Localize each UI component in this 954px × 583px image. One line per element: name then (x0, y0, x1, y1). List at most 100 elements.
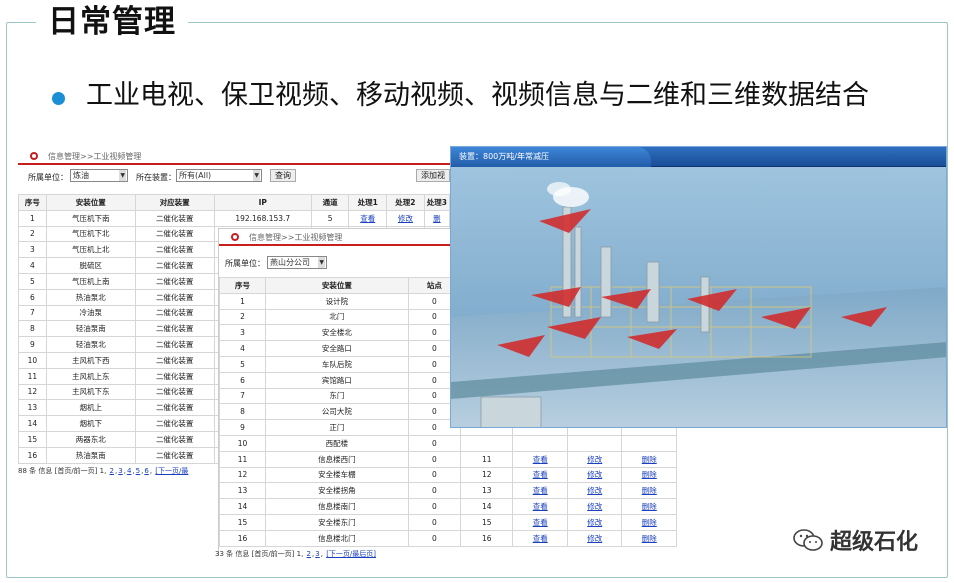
empty-cell (621, 434, 677, 452)
row-number: 16 (18, 446, 47, 464)
edit-link[interactable]: 修改 (386, 209, 425, 227)
pager-page-link[interactable]: 5 (136, 467, 140, 475)
view-link[interactable]: 查看 (512, 498, 568, 515)
view-link[interactable]: 查看 (512, 466, 568, 484)
row-number: 1 (18, 209, 47, 227)
view-link[interactable]: 查看 (512, 529, 568, 547)
row-number: 10 (218, 434, 267, 452)
edit-link[interactable]: 修改 (566, 513, 623, 531)
table-row[interactable]: 12 安全楼车棚 0 12 查看 修改 删除 (218, 466, 677, 484)
device-name: 二催化装置 (134, 446, 215, 464)
view-link[interactable]: 查看 (512, 482, 568, 500)
column-header: 序号 (218, 277, 267, 294)
edit-link[interactable]: 修改 (566, 450, 623, 468)
pager-next-link[interactable]: [下一页/最后页] (326, 550, 376, 558)
channel: 16 (460, 529, 514, 547)
channel: 11 (460, 450, 514, 468)
install-location: 信息楼西门 (265, 450, 409, 468)
wechat-icon (793, 529, 823, 551)
row-number: 13 (218, 482, 267, 500)
site: 0 (407, 513, 462, 531)
query-button[interactable]: 查询 (270, 169, 296, 182)
delete-link[interactable]: 删除 (621, 529, 677, 547)
row-number: 2 (218, 308, 267, 326)
row-number: 12 (18, 383, 47, 401)
watermark-text: 超级石化 (830, 530, 919, 555)
pager-prefix: 88 条 信息 [首页/前一页] 1, (18, 467, 107, 475)
table-row[interactable]: 1 气压机下南 二催化装置 192.168.153.7 5 查看 修改删 (18, 209, 451, 227)
pager-page-link[interactable]: 3 (118, 467, 122, 475)
table-row[interactable]: 15 安全楼东门 0 15 查看 修改 删除 (218, 513, 677, 531)
column-header: 对应装置 (134, 194, 215, 211)
install-location: 公司大院 (265, 403, 409, 421)
delete-link[interactable]: 删除 (621, 498, 677, 515)
row-number: 14 (218, 498, 267, 515)
breadcrumb: 信息管理>>工业视频管理 (48, 152, 142, 161)
row-number: 7 (18, 304, 47, 322)
row-number: 4 (218, 340, 267, 357)
plant-3d-view[interactable]: 装置：800万吨/年常减压 (450, 146, 947, 428)
install-location: 主风机上东 (45, 367, 136, 385)
row-number: 10 (18, 351, 47, 369)
unit-select[interactable]: 炼油 (70, 169, 128, 182)
view-link[interactable]: 查看 (512, 450, 568, 468)
row-number: 1 (218, 292, 267, 310)
edit-link[interactable]: 修改 (566, 466, 623, 484)
row-number: 7 (218, 387, 267, 405)
edit-link[interactable]: 修改 (566, 529, 623, 547)
pager-next-link[interactable]: [下一页/最 (155, 467, 188, 475)
device-select[interactable]: 所有(All) (176, 169, 262, 182)
device-name: 二催化装置 (134, 367, 215, 385)
column-header: IP (213, 194, 312, 211)
install-location: 正门 (265, 419, 409, 436)
pager: 88 条 信息 [首页/前一页] 1, 2,3,4,5,6, [下一页/最 (18, 467, 189, 475)
pager-page-link[interactable]: 2 (110, 467, 114, 475)
table-row[interactable]: 10 西配楼 0 (218, 434, 677, 452)
row-number: 13 (18, 399, 47, 417)
install-location: 主风机下东 (45, 383, 136, 401)
circle-icon (30, 152, 38, 160)
table-row[interactable]: 13 安全楼拐角 0 13 查看 修改 删除 (218, 482, 677, 500)
delete-link[interactable]: 删除 (621, 466, 677, 484)
install-location: 气压机下南 (45, 209, 136, 227)
site: 0 (407, 529, 462, 547)
view-link[interactable]: 查看 (512, 513, 568, 531)
column-header: 序号 (18, 194, 47, 211)
table-row[interactable]: 16 信息楼北门 0 16 查看 修改 删除 (218, 529, 677, 547)
install-location: 热油泵北 (45, 288, 136, 306)
filter-bar: 所属单位： 炼油 所在装置： 所有(All) 查询 添加视频 (18, 165, 450, 187)
pager-page-link[interactable]: 2 (307, 550, 311, 558)
delete-link[interactable]: 删除 (621, 482, 677, 500)
install-location: 信息楼北门 (265, 529, 409, 547)
pager-page-link[interactable]: 6 (144, 467, 148, 475)
unit-select[interactable]: 燕山分公司 (267, 256, 327, 269)
install-location: 轻油泵北 (45, 336, 136, 353)
install-location: 设计院 (265, 292, 409, 310)
pager-page-link[interactable]: 3 (315, 550, 319, 558)
install-location: 气压机上北 (45, 241, 136, 259)
install-location: 车队后院 (265, 355, 409, 373)
install-location: 安全楼北 (265, 324, 409, 342)
table-row[interactable]: 14 信息楼南门 0 14 查看 修改 删除 (218, 498, 677, 515)
bullet-dot-icon (52, 92, 65, 105)
device-name: 二催化装置 (134, 225, 215, 243)
unit-label: 所属单位： (225, 259, 265, 268)
pager-page-link[interactable]: 4 (127, 467, 131, 475)
render-caption: 装置：800万吨/年常减压 (459, 152, 549, 161)
slide-title: 日常管理 (48, 4, 176, 40)
row-number: 15 (18, 430, 47, 448)
delete-link[interactable]: 删除 (621, 450, 677, 468)
delete-link[interactable]: 删 (423, 209, 451, 227)
add-video-button[interactable]: 添加视频 (416, 169, 450, 182)
edit-link[interactable]: 修改 (566, 482, 623, 500)
device-name: 二催化装置 (134, 320, 215, 338)
table-row[interactable]: 11 信息楼西门 0 11 查看 修改 删除 (218, 450, 677, 468)
device-name: 二催化装置 (134, 241, 215, 259)
edit-link[interactable]: 修改 (566, 498, 623, 515)
install-location: 烟机下 (45, 415, 136, 432)
view-link[interactable]: 查看 (348, 209, 388, 227)
delete-link[interactable]: 删除 (621, 513, 677, 531)
install-location: 安全楼车棚 (265, 466, 409, 484)
row-number: 8 (218, 403, 267, 421)
circle-icon (231, 233, 239, 241)
